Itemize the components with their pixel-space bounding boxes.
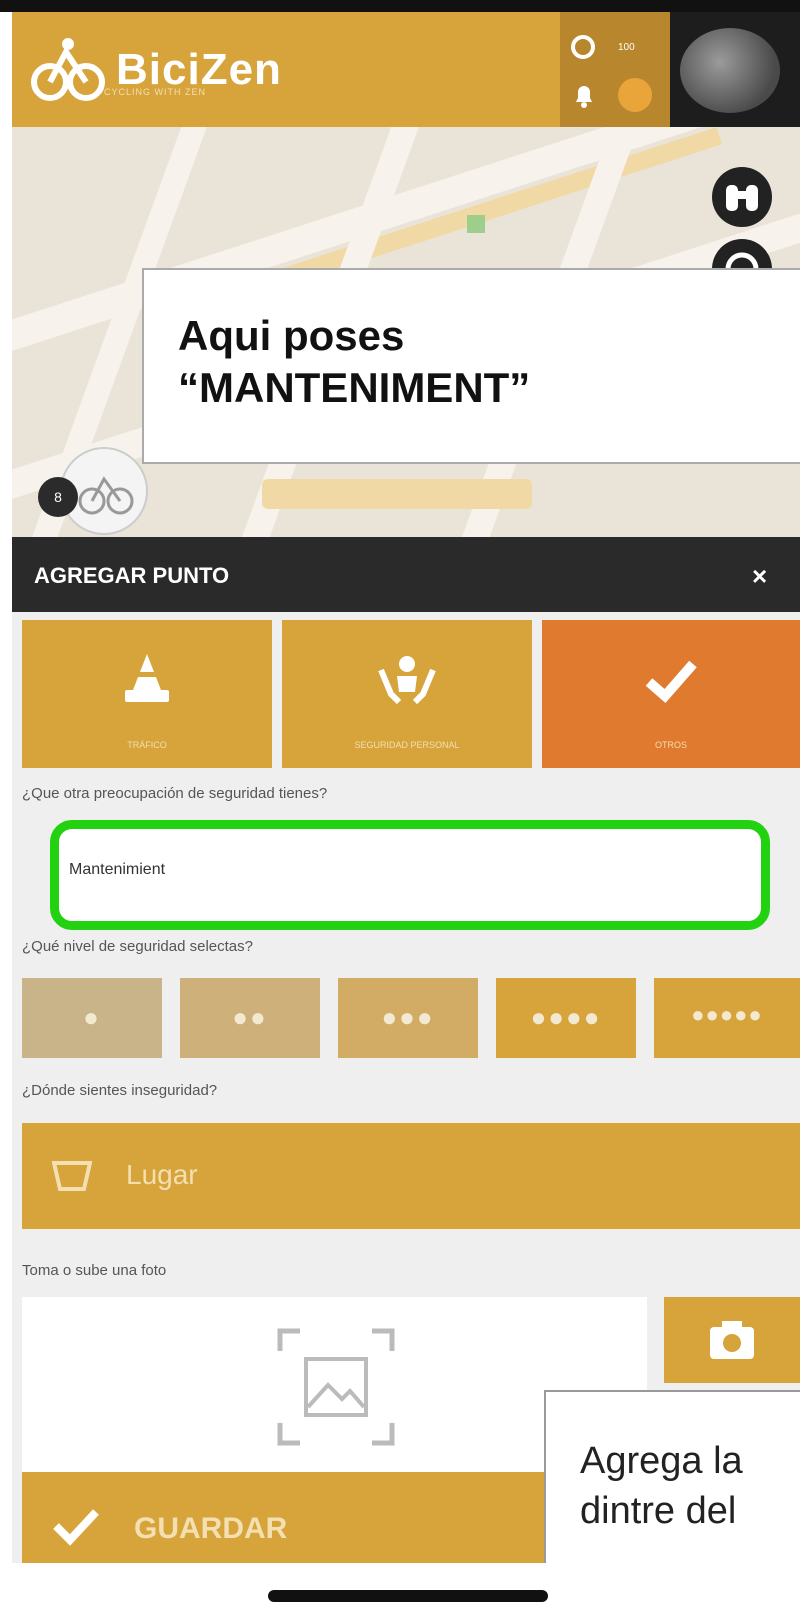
rating-2[interactable]: ●●	[180, 978, 320, 1058]
save-button-label: GUARDAR	[134, 1512, 288, 1545]
camera-icon	[710, 1321, 754, 1359]
place-button[interactable]: Lugar	[22, 1123, 800, 1229]
callout-text: Aqui poses “MANTENIMENT”	[178, 312, 531, 411]
category-label: TRÁFICO	[127, 740, 167, 750]
callout-add: Agrega la dintre del	[544, 1390, 800, 1563]
category-traffic[interactable]: TRÁFICO	[22, 620, 272, 768]
rating-1[interactable]: ●	[22, 978, 162, 1058]
camera-button[interactable]	[664, 1297, 800, 1383]
map-binoculars-button[interactable]	[712, 167, 772, 227]
rating-dots: ●●●	[381, 1002, 435, 1032]
image-placeholder-icon	[277, 1328, 395, 1446]
close-button[interactable]: ×	[752, 561, 767, 592]
rating-dots: ●●●●●	[691, 1002, 763, 1027]
security-level-label: ¿Qué nivel de seguridad selectas?	[22, 938, 253, 955]
target-icon	[571, 35, 595, 59]
map-park	[467, 215, 485, 233]
map-route-highlight	[262, 479, 532, 509]
category-others[interactable]: OTROS	[542, 620, 800, 768]
home-indicator[interactable]	[268, 1590, 548, 1602]
user-avatar-container[interactable]	[670, 12, 800, 127]
callout-manteniment: Aqui poses “MANTENIMENT”	[142, 268, 800, 464]
place-button-label: Lugar	[126, 1159, 198, 1190]
app-header: BiciZen CYCLING WITH ZEN 100	[12, 12, 800, 127]
other-concern-label: ¿Que otra preocupación de seguridad tien…	[22, 785, 328, 802]
other-concern-input[interactable]: Mantenimient	[50, 820, 770, 930]
category-personal-security[interactable]: SEGURIDAD PERSONAL	[282, 620, 532, 768]
map-pin-badge: 8	[38, 477, 78, 517]
map-place-icon	[52, 1161, 92, 1191]
app-frame: BiciZen CYCLING WITH ZEN 100 Aqui poses …	[12, 12, 800, 1563]
rating-dots: ●	[83, 1002, 101, 1032]
status-bar	[0, 0, 800, 12]
traffic-cone-icon	[125, 654, 169, 702]
rating-dots: ●●●●	[530, 1002, 602, 1032]
bell-icon[interactable]	[572, 82, 596, 108]
where-label: ¿Dónde sientes inseguridad?	[22, 1082, 218, 1099]
rating-5[interactable]: ●●●●●	[654, 978, 800, 1058]
avatar[interactable]	[680, 28, 780, 113]
hands-person-icon	[378, 656, 436, 705]
check-icon	[645, 660, 697, 704]
bicycle-logo-icon	[31, 38, 105, 101]
callout-text: Agrega la dintre del	[580, 1440, 743, 1532]
check-icon	[53, 1509, 99, 1546]
other-concern-value: Mantenimient	[69, 861, 166, 878]
category-label: OTROS	[654, 740, 687, 750]
binoculars-icon	[726, 185, 758, 211]
app-tagline: CYCLING WITH ZEN	[104, 87, 207, 97]
category-label: SEGURIDAD PERSONAL	[354, 740, 460, 750]
points-count: 100	[618, 42, 635, 53]
rating-3[interactable]: ●●●	[338, 978, 478, 1058]
add-point-header: AGREGAR PUNTO ×	[12, 537, 800, 612]
panel-title: AGREGAR PUNTO	[34, 563, 230, 588]
rating-4[interactable]: ●●●●	[496, 978, 636, 1058]
header-status-area[interactable]: 100	[560, 12, 670, 127]
photo-label: Toma o sube una foto	[22, 1262, 167, 1279]
coin-icon	[618, 78, 652, 112]
rating-dots: ●●	[232, 1002, 268, 1032]
